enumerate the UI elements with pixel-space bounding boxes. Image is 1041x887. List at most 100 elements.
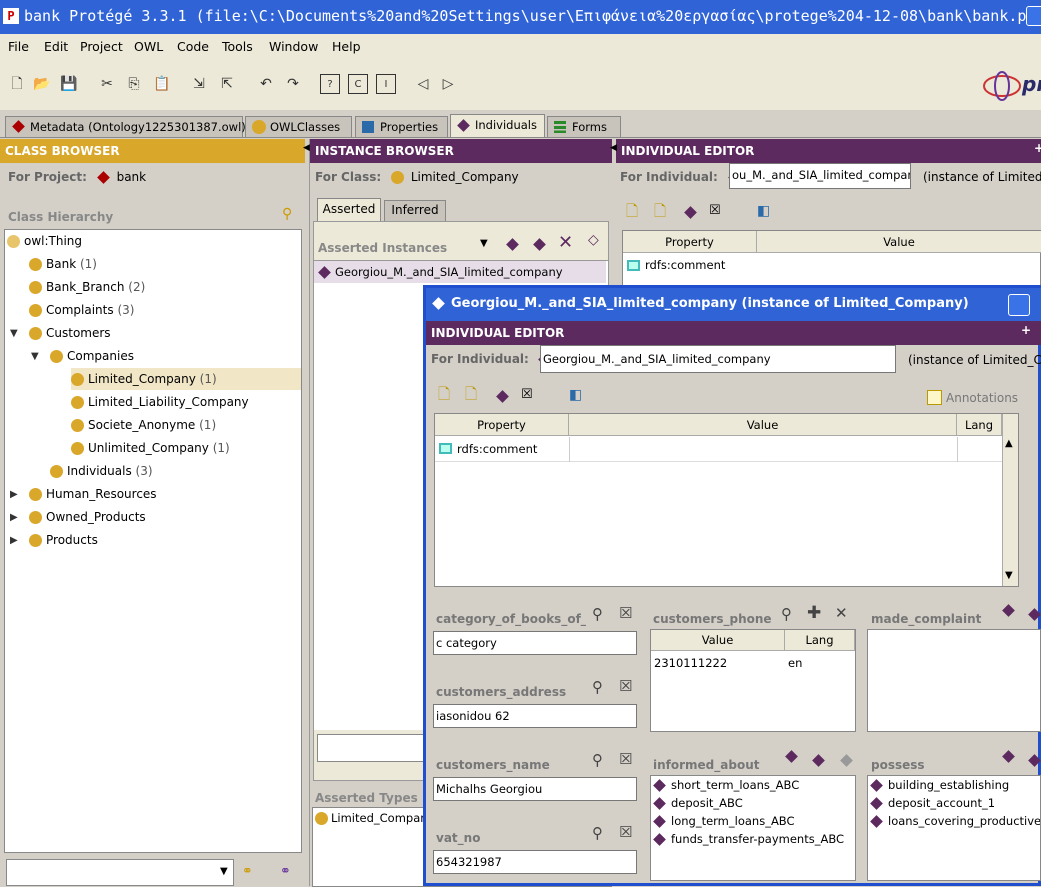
create-instance-icon[interactable] bbox=[1002, 750, 1015, 763]
list-item[interactable]: deposit_account_1 bbox=[870, 796, 995, 810]
search-icon[interactable]: ⚲ bbox=[592, 606, 603, 622]
scroll-up-icon[interactable]: ▲ bbox=[1005, 438, 1013, 449]
inference-icon[interactable]: I bbox=[376, 74, 396, 94]
menu-tools[interactable]: Tools bbox=[222, 39, 253, 54]
add-instance-icon[interactable] bbox=[812, 754, 825, 767]
class-search-input[interactable] bbox=[6, 859, 234, 886]
search-icon[interactable]: ⚲ bbox=[592, 679, 603, 695]
tree-node-limited-liability-company[interactable]: Limited_Liability_Company bbox=[71, 391, 249, 413]
add-property-icon[interactable] bbox=[684, 206, 697, 219]
vat-field[interactable]: 654321987 bbox=[433, 850, 637, 874]
collapse-arrow-icon[interactable]: ▶ bbox=[10, 512, 18, 523]
undo-icon[interactable]: ↶ bbox=[256, 74, 276, 94]
expand-arrow-icon[interactable]: ▼ bbox=[31, 351, 39, 362]
edit-instance-icon[interactable]: ◇ bbox=[588, 232, 599, 248]
delete-value-icon[interactable]: ☒ bbox=[521, 387, 533, 402]
add-annotation-icon[interactable]: 🗋 bbox=[438, 384, 450, 409]
list-item[interactable]: deposit_ABC bbox=[653, 796, 743, 810]
menu-help[interactable]: Help bbox=[332, 39, 361, 54]
property-column-header[interactable]: Property bbox=[435, 414, 569, 436]
delete-icon[interactable]: ✕ bbox=[835, 605, 848, 621]
collapse-arrow-icon[interactable]: ▶ bbox=[10, 489, 18, 500]
value-column-header[interactable]: Value bbox=[569, 414, 957, 436]
add-instance-icon[interactable] bbox=[1028, 754, 1041, 767]
list-item[interactable]: long_term_loans_ABC bbox=[653, 814, 795, 828]
table-row[interactable]: rdfs:comment bbox=[435, 437, 1002, 462]
copy-instance-icon[interactable] bbox=[533, 238, 546, 251]
find-icon[interactable]: ⚭ bbox=[242, 864, 253, 879]
cut-icon[interactable]: ✂ bbox=[97, 74, 117, 94]
category-field[interactable]: c category bbox=[433, 631, 637, 655]
address-field[interactable]: iasonidou 62 bbox=[433, 704, 637, 728]
redo-icon[interactable]: ↷ bbox=[283, 74, 303, 94]
tree-node-societe-anonyme[interactable]: Societe_Anonyme (1) bbox=[71, 414, 216, 436]
query-icon[interactable]: ? bbox=[320, 74, 340, 94]
create-instance-icon[interactable] bbox=[1002, 604, 1015, 617]
collapse-arrow-icon[interactable]: ▶ bbox=[10, 535, 18, 546]
annotations-icon[interactable] bbox=[927, 390, 942, 405]
paste-icon[interactable]: 📋 bbox=[152, 74, 172, 94]
property-column-header[interactable]: Property bbox=[623, 231, 757, 253]
name-field[interactable]: Michalhs Georgiou bbox=[433, 777, 637, 801]
back-arrow-icon[interactable]: ◁ bbox=[413, 74, 433, 94]
plus-icon[interactable]: + bbox=[1021, 323, 1031, 337]
expand-arrow-icon[interactable]: ▼ bbox=[10, 328, 18, 339]
export-icon[interactable]: ⇱ bbox=[217, 74, 237, 94]
tree-node-human-resources[interactable]: Human_Resources bbox=[29, 483, 157, 505]
tab-metadata[interactable]: Metadata (Ontology1225301387.owl) bbox=[5, 116, 246, 137]
open-folder-icon[interactable]: 📂 bbox=[32, 74, 52, 94]
tree-node-unlimited-company[interactable]: Unlimited_Company (1) bbox=[71, 437, 230, 459]
tree-node-complaints[interactable]: Complaints (3) bbox=[29, 299, 134, 321]
tab-owlclasses[interactable]: OWLClasses bbox=[245, 116, 352, 137]
delete-icon[interactable]: ☒ bbox=[619, 605, 632, 621]
tab-asserted[interactable]: Asserted bbox=[317, 198, 381, 221]
search-icon[interactable]: ⚲ bbox=[592, 752, 603, 768]
individual-name-field[interactable]: ou_M._and_SIA_limited_company bbox=[729, 163, 911, 189]
delete-value-icon[interactable]: ☒ bbox=[709, 203, 721, 218]
phone-lang[interactable]: en bbox=[788, 656, 802, 670]
search-icon[interactable]: ⚲ bbox=[781, 606, 792, 622]
table-row[interactable]: rdfs:comment bbox=[627, 258, 725, 272]
tab-properties[interactable]: Properties bbox=[355, 116, 448, 137]
phone-lang-header[interactable]: Lang bbox=[785, 630, 855, 651]
remove-instance-icon[interactable] bbox=[840, 754, 853, 767]
vertical-scrollbar[interactable]: ▲ ▼ bbox=[1002, 414, 1018, 586]
add-value-icon[interactable]: 🗋 bbox=[465, 384, 477, 409]
list-item[interactable]: building_establishing bbox=[870, 778, 1009, 792]
classify-icon[interactable]: C bbox=[348, 74, 368, 94]
forward-arrow-icon[interactable]: ▷ bbox=[438, 74, 458, 94]
tree-node-owned-products[interactable]: Owned_Products bbox=[29, 506, 146, 528]
menu-code[interactable]: Code bbox=[177, 39, 209, 54]
menu-file[interactable]: File bbox=[8, 39, 29, 54]
add-instance-icon[interactable] bbox=[1028, 608, 1041, 621]
list-item[interactable]: short_term_loans_ABC bbox=[653, 778, 799, 792]
save-icon[interactable]: 💾 bbox=[59, 74, 79, 94]
delete-instance-icon[interactable]: ✕ bbox=[558, 232, 573, 253]
tree-node-customers[interactable]: Customers bbox=[29, 322, 111, 344]
menu-window[interactable]: Window bbox=[269, 39, 318, 54]
splitter-arrow-icon[interactable]: ◀ bbox=[610, 143, 617, 153]
new-file-icon[interactable]: 🗋 bbox=[7, 74, 27, 94]
delete-icon[interactable]: ☒ bbox=[619, 678, 632, 694]
search-class-icon[interactable]: ⚲ bbox=[282, 206, 292, 222]
list-item[interactable]: funds_transfer-payments_ABC bbox=[653, 832, 844, 846]
tree-node-limited-company[interactable]: Limited_Company (1) bbox=[71, 368, 301, 390]
import-icon[interactable]: ⇲ bbox=[189, 74, 209, 94]
chevron-down-icon[interactable]: ▼ bbox=[480, 238, 488, 249]
menu-owl[interactable]: OWL bbox=[134, 39, 163, 54]
split-view-icon[interactable]: ◧ bbox=[569, 387, 582, 403]
phone-value[interactable]: 2310111222 bbox=[654, 656, 727, 670]
value-column-header[interactable]: Value bbox=[757, 231, 1041, 253]
tree-node-bank[interactable]: Bank (1) bbox=[29, 253, 97, 275]
phone-value-header[interactable]: Value bbox=[651, 630, 785, 651]
search-icon[interactable]: ⚲ bbox=[592, 825, 603, 841]
splitter-arrow-icon[interactable]: ◀ bbox=[303, 143, 310, 153]
list-item[interactable]: loans_covering_productive_a bbox=[870, 814, 1040, 828]
add-property-icon[interactable] bbox=[496, 390, 509, 403]
add-icon[interactable]: ✚ bbox=[807, 605, 821, 622]
menu-edit[interactable]: Edit bbox=[44, 39, 68, 54]
asserted-type-item[interactable]: Limited_Company bbox=[315, 811, 434, 825]
add-annotation-icon[interactable]: 🗋 bbox=[626, 201, 638, 226]
find-next-icon[interactable]: ⚭ bbox=[280, 864, 291, 879]
tree-node-bank-branch[interactable]: Bank_Branch (2) bbox=[29, 276, 145, 298]
